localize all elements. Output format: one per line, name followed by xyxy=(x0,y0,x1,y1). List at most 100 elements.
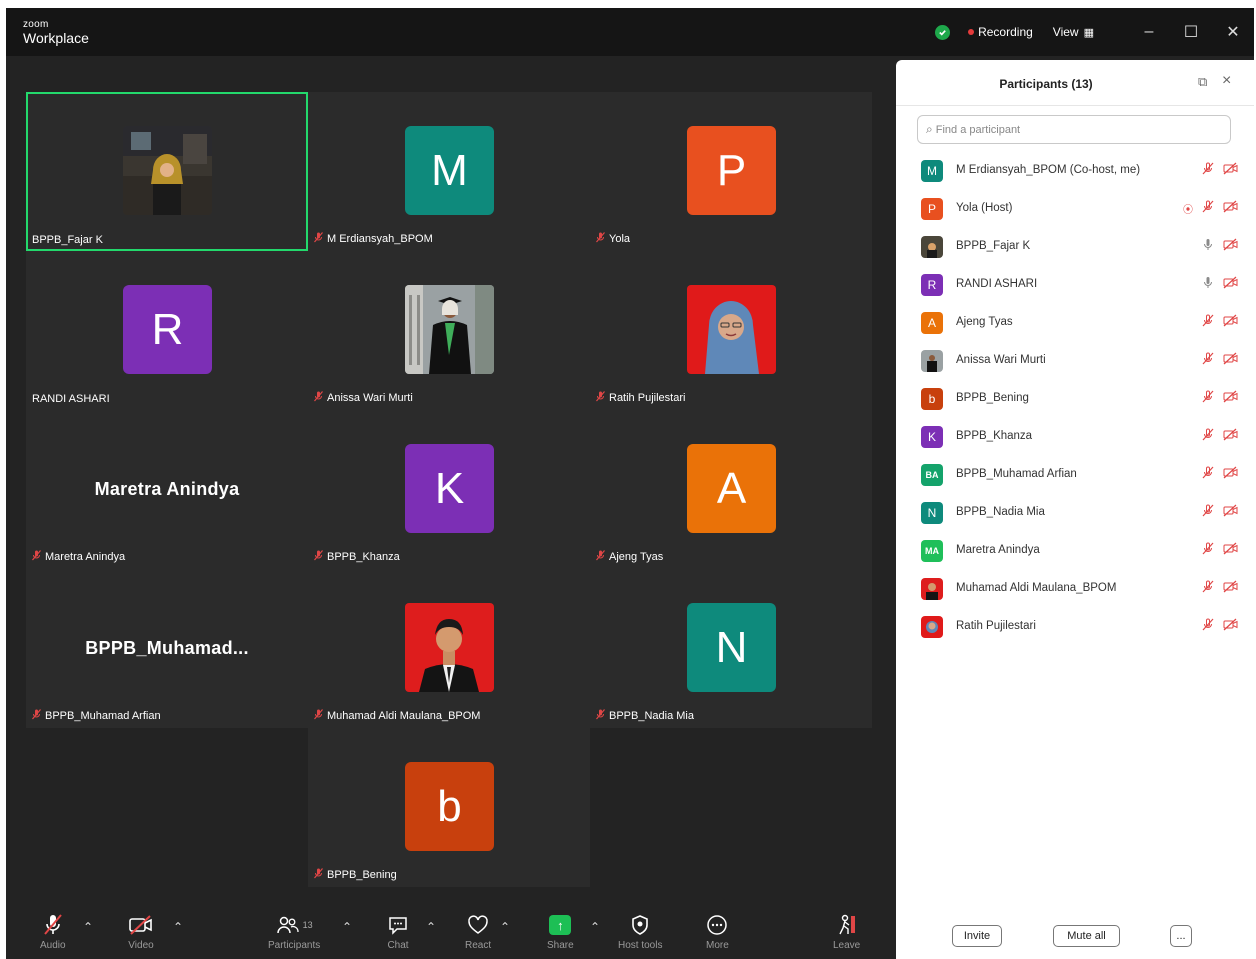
mic-muted-icon[interactable] xyxy=(1202,162,1214,178)
mic-icon[interactable] xyxy=(1202,276,1214,292)
security-shield-icon[interactable] xyxy=(935,24,951,40)
audio-button[interactable]: Audio xyxy=(40,912,66,951)
participant-row-maretra-anindya[interactable]: MA Maretra Anindya xyxy=(896,533,1254,571)
participant-avatar xyxy=(921,616,943,638)
tile-name-text: Yola xyxy=(609,233,631,245)
participant-row-anissa-wari-murti[interactable]: Anissa Wari Murti xyxy=(896,343,1254,381)
share-options-caret[interactable]: ⌃ xyxy=(590,920,600,934)
video-tile-bppb-nadia-mia[interactable]: N BPPB_Nadia Mia xyxy=(590,569,872,728)
video-tile-m-erdiansyah-bpom[interactable]: M M Erdiansyah_BPOM xyxy=(308,92,590,251)
participants-options-caret[interactable]: ⌃ xyxy=(342,920,352,934)
video-tile-bppb-muhamad-arfian[interactable]: BPPB_Muhamad... BPPB_Muhamad Arfian xyxy=(26,569,308,728)
maximize-button[interactable]: ☐ xyxy=(1170,8,1212,56)
participant-row-ajeng-tyas[interactable]: A Ajeng Tyas xyxy=(896,305,1254,343)
video-tile-bppb-khanza[interactable]: K BPPB_Khanza xyxy=(308,410,590,569)
react-button[interactable]: React xyxy=(465,912,491,951)
react-label: React xyxy=(465,940,492,951)
video-off-icon[interactable] xyxy=(1223,580,1238,596)
mic-muted-icon[interactable] xyxy=(1202,618,1214,634)
video-off-icon[interactable] xyxy=(1223,428,1238,444)
participant-row-bppb-fajar-k[interactable]: BPPB_Fajar K xyxy=(896,229,1254,267)
recording-indicator[interactable]: Recording xyxy=(968,25,1033,39)
video-tile-bppb-fajar-k[interactable]: BPPB_Fajar K xyxy=(26,92,308,251)
tile-name-label: BPPB_Fajar K xyxy=(32,234,103,246)
tile-name-label: BPPB_Muhamad Arfian xyxy=(32,709,161,723)
video-off-icon[interactable] xyxy=(1223,162,1238,178)
participant-avatar xyxy=(921,350,943,372)
tile-name-label: BPPB_Nadia Mia xyxy=(596,709,694,723)
video-off-icon[interactable] xyxy=(1223,314,1238,330)
participant-row-muhamad-aldi-maulana-bpom[interactable]: Muhamad Aldi Maulana_BPOM xyxy=(896,571,1254,609)
close-window-button[interactable]: ✕ xyxy=(1212,8,1254,56)
video-off-icon[interactable] xyxy=(1223,276,1238,292)
tile-name-text: RANDI ASHARI xyxy=(32,393,110,405)
participant-name: RANDI ASHARI xyxy=(956,278,1038,290)
video-tile-ajeng-tyas[interactable]: A Ajeng Tyas xyxy=(590,410,872,569)
video-off-icon[interactable] xyxy=(1223,466,1238,482)
mic-muted-icon[interactable] xyxy=(1202,352,1214,368)
more-button[interactable]: More xyxy=(706,912,729,951)
chat-options-caret[interactable]: ⌃ xyxy=(426,920,436,934)
mic-muted-icon[interactable] xyxy=(1202,200,1214,216)
participant-row-ratih-pujilestari[interactable]: Ratih Pujilestari xyxy=(896,609,1254,647)
audio-options-caret[interactable]: ⌃ xyxy=(83,920,93,934)
mic-muted-icon[interactable] xyxy=(1202,314,1214,330)
video-off-icon[interactable] xyxy=(1223,542,1238,558)
video-tile-muhamad-aldi-maulana-bpom[interactable]: Muhamad Aldi Maulana_BPOM xyxy=(308,569,590,728)
video-tile-randi-ashari[interactable]: R RANDI ASHARI xyxy=(26,251,308,410)
tile-name-text: BPPB_Muhamad Arfian xyxy=(45,710,161,722)
popout-icon[interactable]: ⧉ xyxy=(1198,74,1207,90)
mic-icon[interactable] xyxy=(1202,238,1214,254)
video-off-icon[interactable] xyxy=(1223,352,1238,368)
mute-all-button[interactable]: Mute all xyxy=(1053,925,1120,947)
more-options-button[interactable]: ... xyxy=(1170,925,1192,947)
share-button[interactable]: ↑ Share xyxy=(547,912,574,951)
invite-button[interactable]: Invite xyxy=(952,925,1002,947)
leave-button[interactable]: Leave xyxy=(833,912,860,951)
video-off-icon[interactable] xyxy=(1223,390,1238,406)
mic-muted-icon[interactable] xyxy=(1202,466,1214,482)
mic-muted-icon[interactable] xyxy=(1202,390,1214,406)
participant-search-input[interactable]: ⌕ Find a participant xyxy=(917,115,1231,144)
participant-row-yola-host[interactable]: P Yola (Host) ⦿ xyxy=(896,191,1254,229)
mic-muted-icon[interactable] xyxy=(1202,504,1214,520)
participant-name: M Erdiansyah_BPOM (Co-host, me) xyxy=(956,164,1141,176)
video-off-icon[interactable] xyxy=(1223,504,1238,520)
chat-button[interactable]: Chat xyxy=(387,912,409,951)
tile-avatar: K xyxy=(405,444,494,533)
video-off-icon[interactable] xyxy=(1223,618,1238,634)
video-tile-yola[interactable]: P Yola xyxy=(590,92,872,251)
video-tile-bppb-bening[interactable]: b BPPB_Bening xyxy=(308,728,590,887)
video-button[interactable]: Video xyxy=(128,912,154,951)
participants-icon: 13 xyxy=(276,912,313,938)
close-panel-icon[interactable]: × xyxy=(1222,72,1231,90)
participant-row-bppb-khanza[interactable]: K BPPB_Khanza xyxy=(896,419,1254,457)
tile-name-label: Ajeng Tyas xyxy=(596,550,663,564)
minimize-button[interactable]: – xyxy=(1128,8,1170,56)
participant-name: Anissa Wari Murti xyxy=(956,354,1046,366)
participant-avatar xyxy=(921,236,943,258)
tile-name-text: BPPB_Bening xyxy=(327,869,397,881)
mic-muted-icon[interactable] xyxy=(1202,542,1214,558)
video-options-caret[interactable]: ⌃ xyxy=(173,920,183,934)
video-tile-anissa-wari-murti[interactable]: Anissa Wari Murti xyxy=(308,251,590,410)
participants-button[interactable]: 13 Participants xyxy=(268,912,320,951)
host-tools-button[interactable]: Host tools xyxy=(618,912,662,951)
participant-row-bppb-nadia-mia[interactable]: N BPPB_Nadia Mia xyxy=(896,495,1254,533)
video-tile-ratih-pujilestari[interactable]: Ratih Pujilestari xyxy=(590,251,872,410)
participant-row-bppb-muhamad-arfian[interactable]: BA BPPB_Muhamad Arfian xyxy=(896,457,1254,495)
video-off-icon[interactable] xyxy=(1223,200,1238,216)
mic-muted-icon[interactable] xyxy=(1202,428,1214,444)
mic-muted-icon[interactable] xyxy=(1202,580,1214,596)
recording-label: Recording xyxy=(978,25,1033,39)
panel-title: Participants (13) xyxy=(999,77,1093,91)
tile-avatar: R xyxy=(123,285,212,374)
react-options-caret[interactable]: ⌃ xyxy=(500,920,510,934)
participant-row-bppb-bening[interactable]: b BPPB_Bening xyxy=(896,381,1254,419)
participant-row-randi-ashari[interactable]: R RANDI ASHARI xyxy=(896,267,1254,305)
participant-row-m-erdiansyah-bpom-co-host-me[interactable]: M M Erdiansyah_BPOM (Co-host, me) xyxy=(896,153,1254,191)
video-off-icon[interactable] xyxy=(1223,238,1238,254)
video-tile-maretra-anindya[interactable]: Maretra Anindya Maretra Anindya xyxy=(26,410,308,569)
participant-name: Yola (Host) xyxy=(956,202,1013,214)
view-button[interactable]: View ▦ xyxy=(1053,25,1094,39)
